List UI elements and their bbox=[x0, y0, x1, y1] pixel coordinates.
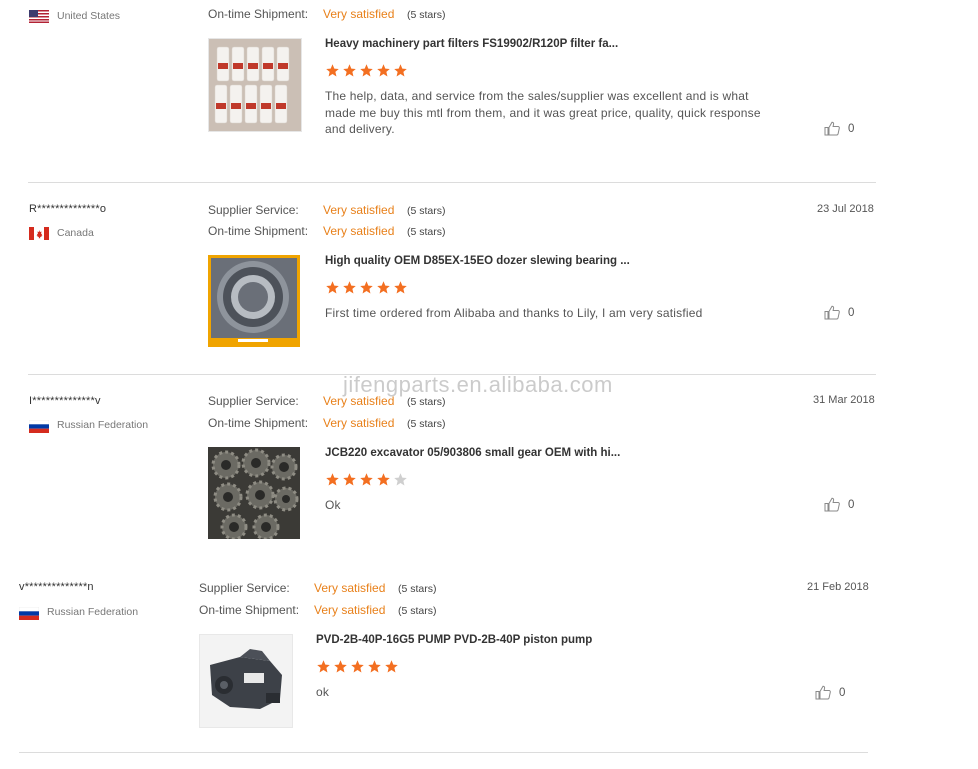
bearing-product-image bbox=[208, 255, 300, 347]
filter-product-image bbox=[209, 39, 301, 131]
review-date: 31 Mar 2018 bbox=[813, 394, 875, 406]
star-icon bbox=[343, 281, 356, 294]
review-3: v**************n Russian Federation Supp… bbox=[0, 574, 978, 754]
review-1: R**************o Canada Supplier Service… bbox=[0, 190, 978, 373]
review-divider bbox=[28, 182, 876, 183]
reviewer-country: Russian Federation bbox=[57, 419, 149, 431]
shipment-value: Very satisfied bbox=[323, 416, 395, 430]
russia-flag-icon bbox=[29, 420, 49, 433]
product-thumbnail[interactable] bbox=[208, 447, 300, 539]
shipment-label: On-time Shipment: bbox=[208, 224, 309, 238]
thumbs-up-icon bbox=[824, 497, 840, 512]
reviewer-name: I**************v bbox=[29, 395, 101, 407]
reviewer-country: Canada bbox=[57, 227, 94, 239]
rating-stars bbox=[325, 472, 408, 487]
gear-product-image bbox=[208, 447, 300, 539]
star-icon bbox=[377, 473, 390, 486]
star-empty-icon bbox=[394, 473, 407, 486]
supplier-stars: (5 stars) bbox=[398, 583, 437, 595]
rating-stars bbox=[325, 280, 408, 295]
like-count: 0 bbox=[848, 122, 855, 135]
rating-stars bbox=[316, 659, 399, 674]
shipment-stars: (5 stars) bbox=[398, 605, 437, 617]
shipment-label: On-time Shipment: bbox=[199, 603, 300, 617]
us-flag-icon bbox=[29, 10, 49, 23]
supplier-value: Very satisfied bbox=[323, 203, 395, 217]
star-icon bbox=[326, 473, 339, 486]
reviewer-country: United States bbox=[57, 10, 121, 22]
shipment-label: On-time Shipment: bbox=[208, 7, 309, 21]
pump-product-image bbox=[200, 635, 292, 727]
supplier-label: Supplier Service: bbox=[208, 203, 299, 217]
shipment-value: Very satisfied bbox=[314, 603, 386, 617]
review-2: I**************v Russian Federation Supp… bbox=[0, 382, 978, 557]
reviewer-name: v**************n bbox=[19, 581, 94, 593]
star-icon bbox=[394, 281, 407, 294]
review-comment: ok bbox=[316, 685, 330, 699]
like-button[interactable]: 0 bbox=[824, 121, 854, 136]
thumbs-up-icon bbox=[824, 305, 840, 320]
review-date: 21 Feb 2018 bbox=[807, 581, 869, 593]
star-icon bbox=[377, 281, 390, 294]
like-button[interactable]: 0 bbox=[815, 685, 845, 700]
star-icon bbox=[343, 473, 356, 486]
review-date: 23 Jul 2018 bbox=[817, 203, 874, 215]
canada-flag-icon bbox=[29, 227, 49, 240]
review-divider bbox=[19, 752, 868, 753]
thumbs-up-icon bbox=[824, 121, 840, 136]
star-icon bbox=[360, 64, 373, 77]
supplier-label: Supplier Service: bbox=[208, 394, 299, 408]
star-icon bbox=[360, 473, 373, 486]
supplier-stars: (5 stars) bbox=[407, 205, 446, 217]
reviewer-country: Russian Federation bbox=[47, 606, 139, 618]
shipment-label: On-time Shipment: bbox=[208, 416, 309, 430]
like-count: 0 bbox=[839, 686, 846, 699]
star-icon bbox=[326, 64, 339, 77]
review-0: United States On-time Shipment: Very sat… bbox=[0, 0, 978, 183]
supplier-label: Supplier Service: bbox=[199, 581, 290, 595]
star-icon bbox=[343, 64, 356, 77]
watermark-text: jifengparts.en.alibaba.com bbox=[343, 372, 613, 397]
star-icon bbox=[351, 660, 364, 673]
shipment-value: Very satisfied bbox=[323, 224, 395, 238]
star-icon bbox=[317, 660, 330, 673]
product-title-link[interactable]: JCB220 excavator 05/903806 small gear OE… bbox=[325, 447, 635, 459]
like-button[interactable]: 0 bbox=[824, 497, 854, 512]
product-thumbnail[interactable] bbox=[199, 634, 293, 728]
like-count: 0 bbox=[848, 306, 855, 319]
rating-stars bbox=[325, 63, 408, 78]
star-icon bbox=[377, 64, 390, 77]
like-button[interactable]: 0 bbox=[824, 305, 854, 320]
russia-flag-icon bbox=[19, 607, 39, 620]
like-count: 0 bbox=[848, 498, 855, 511]
product-title-link[interactable]: PVD-2B-40P-16G5 PUMP PVD-2B-40P piston p… bbox=[316, 634, 636, 646]
star-icon bbox=[394, 64, 407, 77]
star-icon bbox=[334, 660, 347, 673]
product-title-link[interactable]: High quality OEM D85EX-15EO dozer slewin… bbox=[325, 255, 635, 267]
shipment-stars: (5 stars) bbox=[407, 418, 446, 430]
shipment-stars: (5 stars) bbox=[407, 226, 446, 238]
supplier-value: Very satisfied bbox=[314, 581, 386, 595]
shipment-value: Very satisfied bbox=[323, 7, 395, 21]
product-title-link[interactable]: Heavy machinery part filters FS19902/R12… bbox=[325, 38, 635, 50]
star-icon bbox=[368, 660, 381, 673]
review-comment: The help, data, and service from the sal… bbox=[325, 89, 761, 136]
review-comment: Ok bbox=[325, 498, 341, 512]
star-icon bbox=[385, 660, 398, 673]
review-comment: First time ordered from Alibaba and than… bbox=[325, 306, 703, 320]
star-icon bbox=[326, 281, 339, 294]
thumbs-up-icon bbox=[815, 685, 831, 700]
star-icon bbox=[360, 281, 373, 294]
product-thumbnail[interactable] bbox=[208, 38, 302, 132]
product-thumbnail[interactable] bbox=[208, 255, 300, 347]
reviewer-name: R**************o bbox=[29, 203, 107, 215]
shipment-stars: (5 stars) bbox=[407, 9, 446, 21]
